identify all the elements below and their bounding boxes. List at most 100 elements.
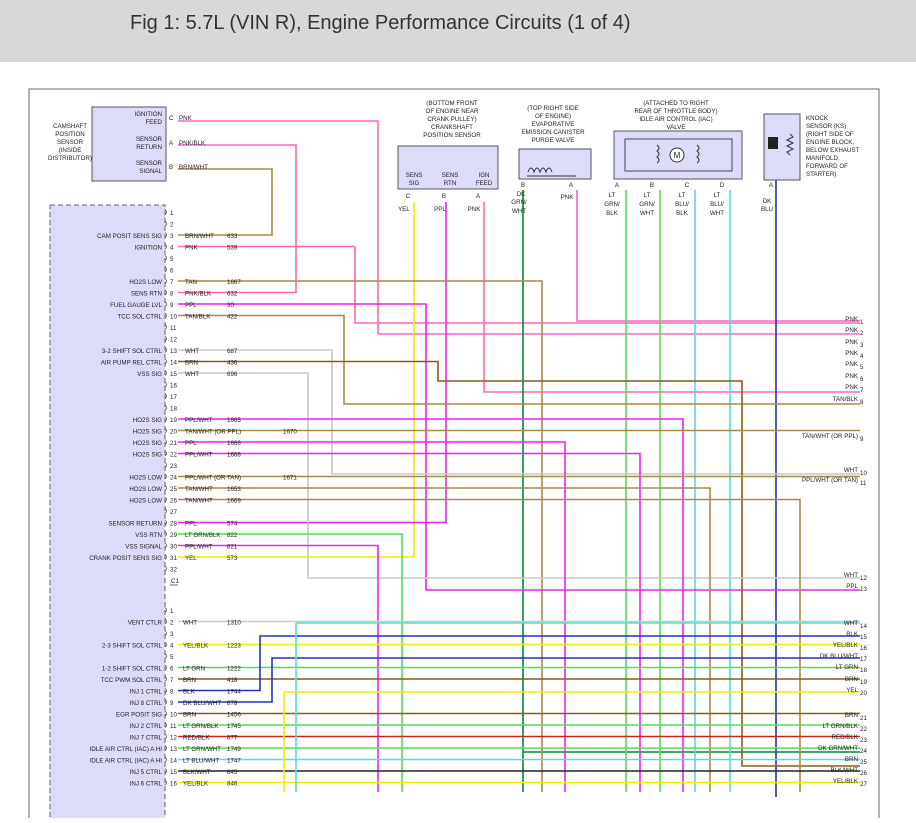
c1-pin-number: 4 <box>170 245 174 252</box>
c1-pin-number: 7 <box>170 279 174 286</box>
c2-circuit-number: 846 <box>227 781 238 788</box>
c1-wire-color: BRN/WHT <box>185 233 214 240</box>
c1-wire-color: PPL <box>185 521 197 528</box>
connector-wire-color: YEL/BLK <box>833 778 859 785</box>
c1-pin-function: HO2S SIG <box>133 429 162 436</box>
c1-pin-function: SENS RTN <box>131 291 162 298</box>
c2-wire-color: LT GRN <box>183 666 205 673</box>
c1-circuit-number: 573 <box>227 555 238 562</box>
c2-wire-color: BRN <box>183 677 196 684</box>
connector-wire-color: PPL <box>846 583 858 590</box>
cmp-description: CAMSHAFT <box>53 123 87 130</box>
c1-wire-color: PPL/WHT <box>185 544 213 551</box>
ckp-pin-label: IGN <box>478 172 489 179</box>
c1-pin-number: 28 <box>170 521 177 528</box>
c1-pin-number: 9 <box>170 302 174 309</box>
c1-circuit-number: 1670 <box>283 429 297 436</box>
iac-wire-color: BLU/ <box>675 201 689 208</box>
c1-pin-number: 26 <box>170 498 177 505</box>
c1-pin-number: 1 <box>170 210 174 217</box>
cmp-pin-label: RETURN <box>136 144 162 151</box>
c1-wire-color: TAN/BLK <box>185 314 211 321</box>
c1-circuit-number: 1666 <box>227 440 241 447</box>
c1-circuit-number: 574 <box>227 521 238 528</box>
c1-pin-function: HO2S LOW <box>129 486 162 493</box>
c2-pin-function: VENT CTLR <box>128 620 163 627</box>
c1-pin-number: 29 <box>170 532 177 539</box>
c2-pin-number: 13 <box>170 746 177 753</box>
connector-pin-number: 26 <box>860 770 867 777</box>
connector-wire-color: WHT <box>844 572 858 579</box>
c1-pin-function: TCC SOL CTRL <box>118 314 163 321</box>
c2-pin-number: 7 <box>170 677 174 684</box>
c2-wire-color: BRN <box>183 712 196 719</box>
c1-pin-number: 31 <box>170 555 177 562</box>
connector-pin-number: 14 <box>860 623 867 630</box>
c2-pin-function: INJ 1 CTRL <box>130 689 163 696</box>
c2-pin-function: INJ 7 CTRL <box>130 735 163 742</box>
c2-pin-number: 12 <box>170 735 177 742</box>
ks-description: SENSOR (KS) <box>806 123 846 130</box>
c2-circuit-number: 1222 <box>227 666 241 673</box>
connector-wire-color: DK BLU/WHT <box>820 653 858 660</box>
c2-circuit-number: 878 <box>227 700 238 707</box>
cmp-wire-color: PNK/BLK <box>179 140 206 147</box>
c1-pin-number: 22 <box>170 452 177 459</box>
c1-circuit-number: 436 <box>227 360 238 367</box>
ks-description: MANIFOLD, <box>806 155 840 162</box>
connector-pin-number: 9 <box>860 436 864 443</box>
ckp-wire-color: PNK <box>468 206 482 213</box>
c1-wire-color: TAN/WHT <box>185 498 213 505</box>
c2-wire-color: RED/BLK <box>183 735 210 742</box>
connector-wire-color: LT GRN/BLK <box>822 723 858 730</box>
c1-pin-number: 10 <box>170 314 177 321</box>
c1-pin-number: 20 <box>170 429 177 436</box>
c2-pin-number: 15 <box>170 769 177 776</box>
c1-pin-number: 32 <box>170 567 177 574</box>
c2-wire-color: LT GRN/BLK <box>183 723 219 730</box>
c1-circuit-number: 1668 <box>227 452 241 459</box>
c2-pin-number: 3 <box>170 631 174 638</box>
cmp-pin-label: SENSOR <box>136 136 163 143</box>
connector-wire-color: PNK <box>845 327 859 334</box>
ckp-description: (BOTTOM FRONT <box>426 100 478 107</box>
connector-pin-number: 25 <box>860 759 867 766</box>
connector-pin-number: 13 <box>860 586 867 593</box>
c1-pin-number: 27 <box>170 509 177 516</box>
evap-purge-valve-box <box>518 148 592 180</box>
motor-icon-label: M <box>674 151 681 160</box>
ks-description: BELOW EXHAUST <box>806 147 860 154</box>
c2-wire-color: DK BLU/WHT <box>183 700 221 707</box>
iac-wire-color: WHT <box>640 210 654 217</box>
ckp-pin-label: SENS <box>442 172 459 179</box>
connector-wire-color: TAN/WHT (OR PPL) <box>802 433 858 440</box>
c2-pin-number: 8 <box>170 689 174 696</box>
c1-pin-number: 14 <box>170 360 177 367</box>
c1-circuit-number: 822 <box>227 532 238 539</box>
c2-wire-color: LT BLU/WHT <box>183 758 219 765</box>
c1-wire-color: TAN <box>185 279 197 286</box>
connector-wire-color: WHT <box>844 620 858 627</box>
connector-pin-number: 27 <box>860 781 867 788</box>
c1-circuit-number: 687 <box>227 348 238 355</box>
c1-wire-color: WHT <box>185 371 199 378</box>
c1-pin-number: 24 <box>170 475 177 482</box>
iac-wire-color: GRN/ <box>604 201 620 208</box>
c2-circuit-number: 845 <box>227 769 238 776</box>
connector-pin-number: 21 <box>860 715 867 722</box>
c1-pin-function: CRANK POSIT SENS SIG <box>89 555 162 562</box>
cmp-pin-label: SIGNAL <box>139 168 162 175</box>
evap-description: OF ENGINE) <box>535 113 571 120</box>
c2-circuit-number: 1749 <box>227 746 241 753</box>
ckp-pin-label: SENS <box>406 172 423 179</box>
evap-pin-letter: B <box>521 182 525 189</box>
c2-pin-function: INJ 6 CTRL <box>130 781 163 788</box>
c2-pin-function: IDLE AIR CTRL (IAC) A HI <box>90 746 163 753</box>
ckp-description: POSITION SENSOR <box>423 132 481 139</box>
c1-circuit-number: 1665 <box>227 417 241 424</box>
c1-pin-function: HO2S SIG <box>133 440 162 447</box>
c1-pin-function: HO2S LOW <box>129 498 162 505</box>
connector-wire-color: BLK/WHT <box>830 767 858 774</box>
cmp-wire-color: PNK <box>179 115 193 122</box>
ks-wire-color: BLU <box>761 206 773 213</box>
